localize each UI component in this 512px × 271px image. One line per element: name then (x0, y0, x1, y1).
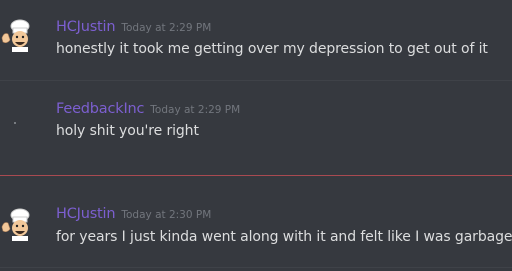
message-author[interactable]: HCJustin Today at 2:29 PM (56, 19, 211, 35)
blank-avatar-icon[interactable] (14, 122, 16, 124)
author-name[interactable]: FeedbackInc (56, 101, 144, 117)
message-timestamp: Today at 2:29 PM (150, 104, 241, 116)
message-divider (0, 267, 512, 268)
message-divider (0, 80, 512, 81)
author-name[interactable]: HCJustin (56, 19, 116, 35)
message-text: holy shit you're right (56, 123, 199, 139)
message-author[interactable]: HCJustin Today at 2:30 PM (56, 206, 211, 222)
message-timestamp: Today at 2:30 PM (121, 209, 212, 221)
message-timestamp: Today at 2:29 PM (121, 22, 212, 34)
new-messages-divider (0, 175, 512, 176)
chef-avatar-icon[interactable] (0, 207, 34, 241)
message-text: honestly it took me getting over my depr… (56, 41, 488, 57)
chef-avatar-icon[interactable] (0, 18, 34, 52)
message-text: for years I just kinda went along with i… (56, 229, 512, 245)
message-author[interactable]: FeedbackInc Today at 2:29 PM (56, 101, 240, 117)
author-name[interactable]: HCJustin (56, 206, 116, 222)
